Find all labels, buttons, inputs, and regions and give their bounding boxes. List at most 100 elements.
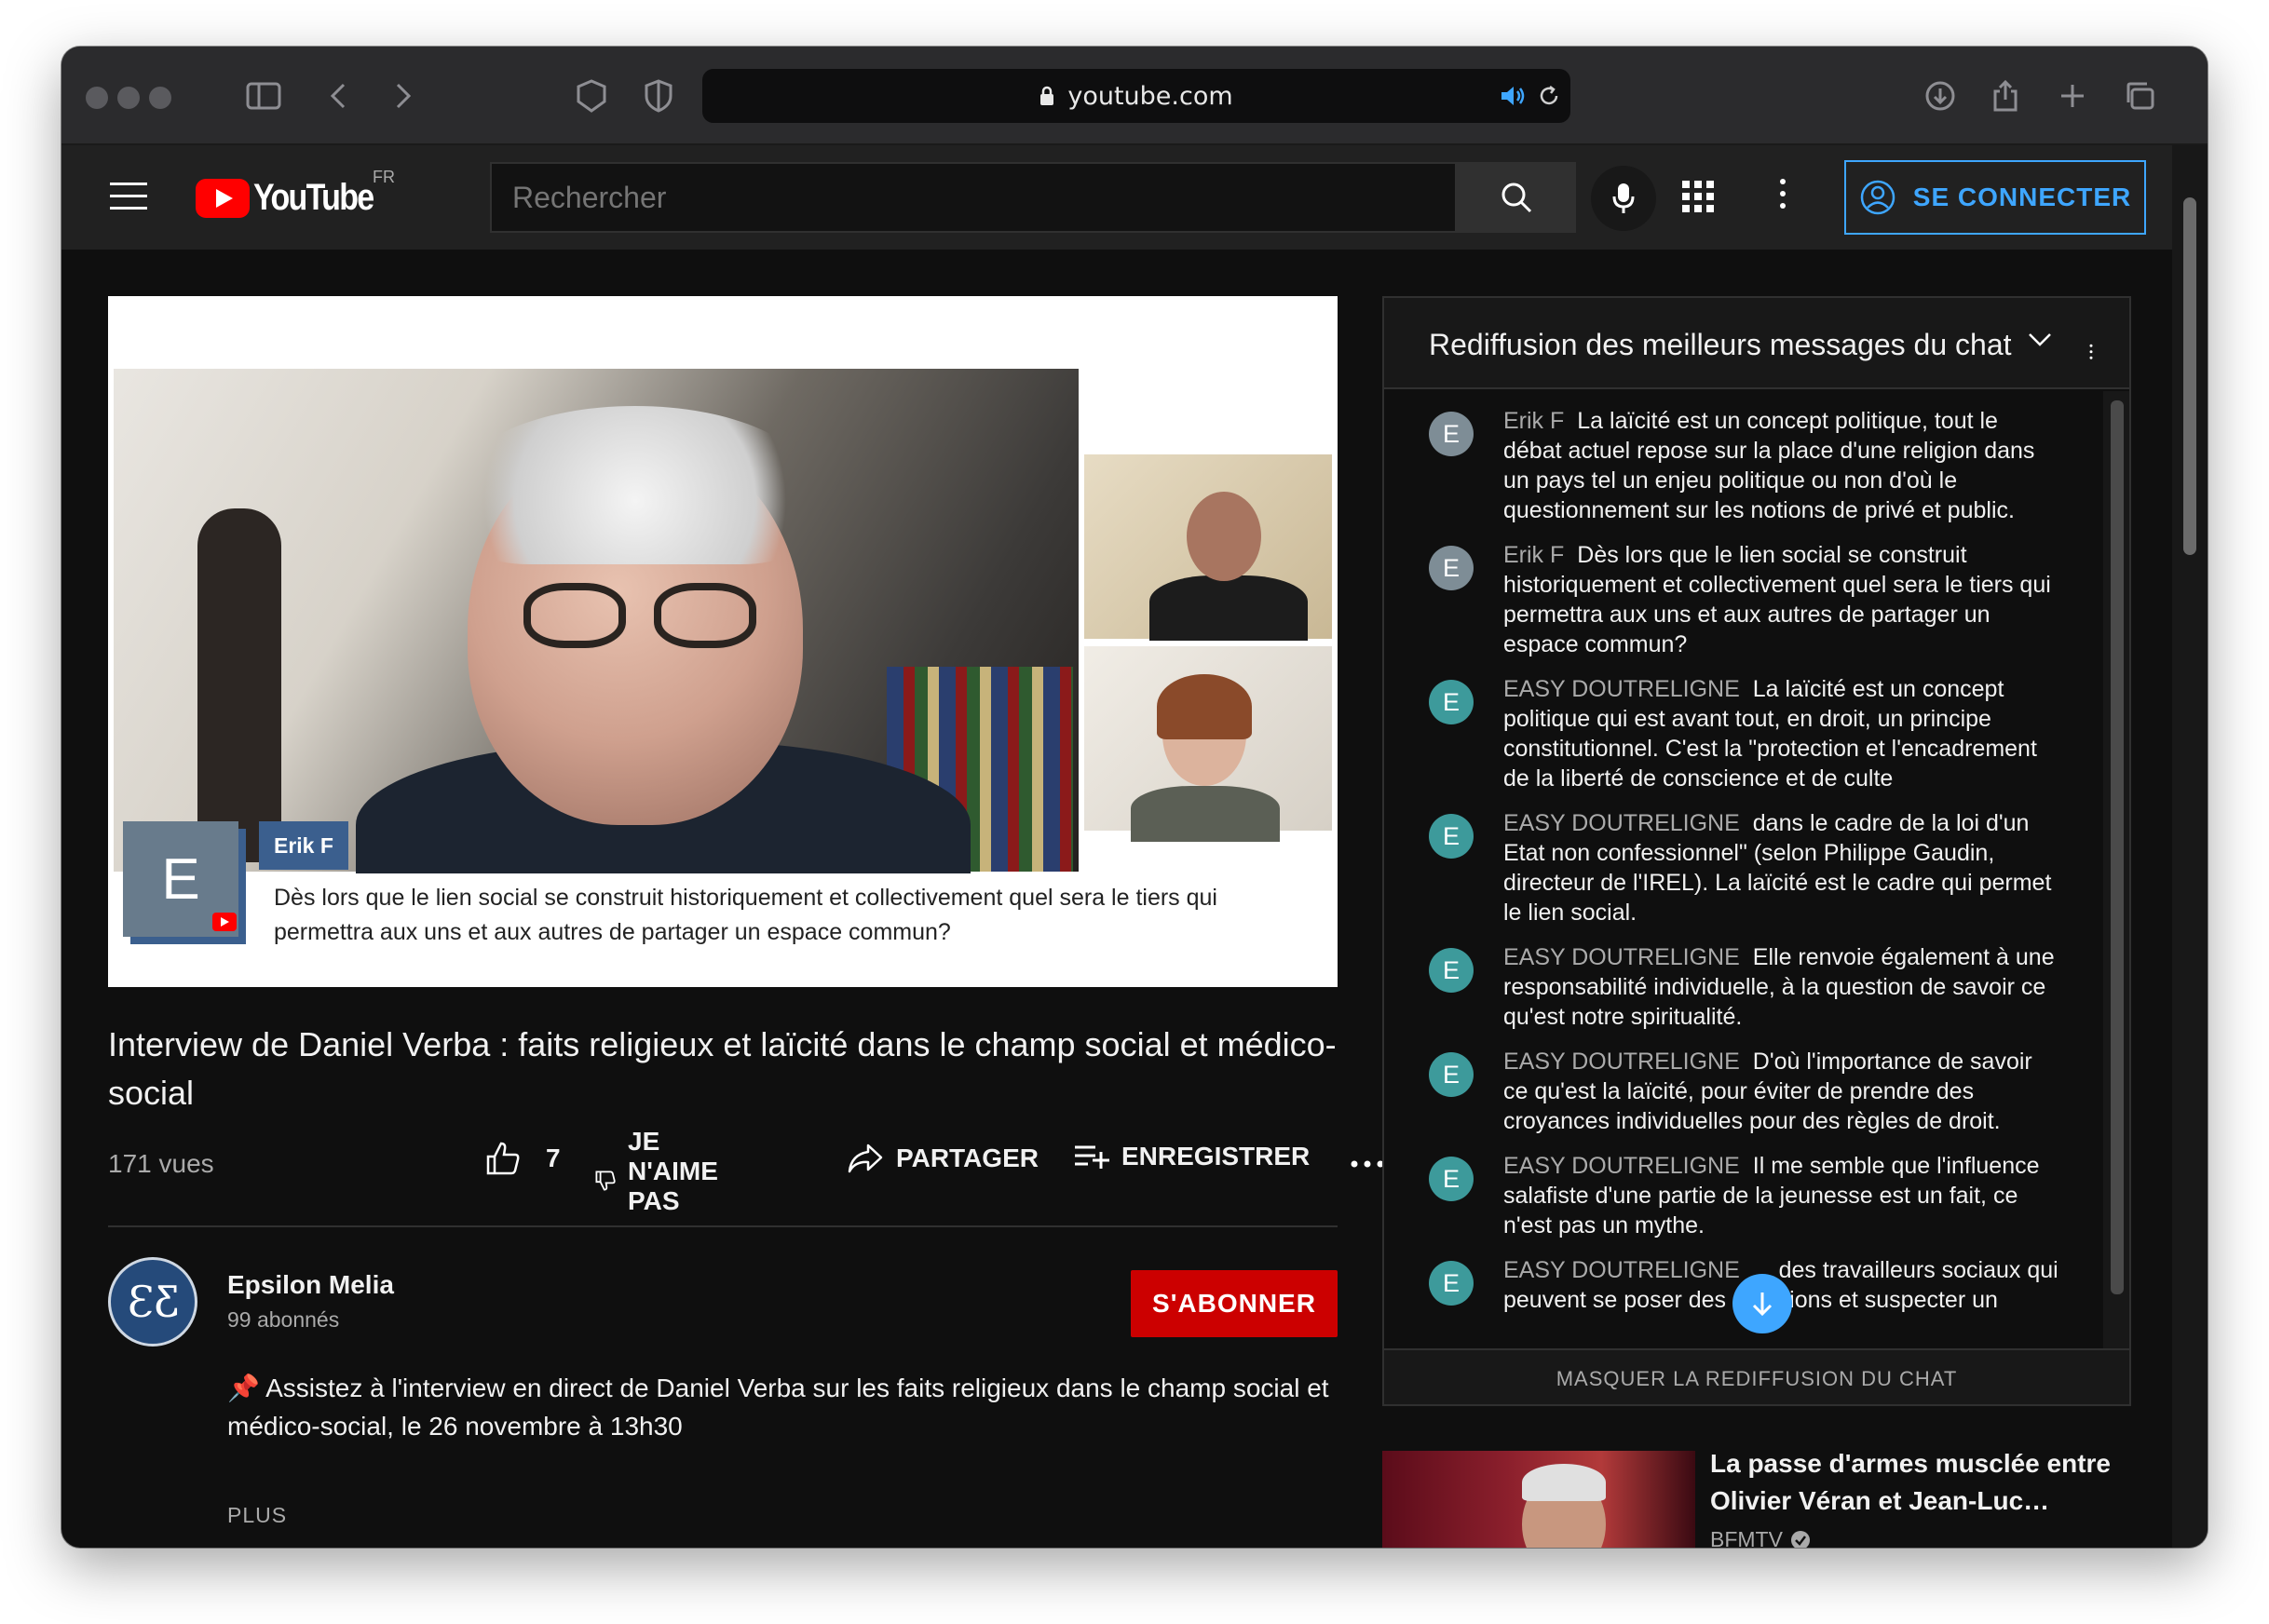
- thumbs-up-icon: [486, 1142, 520, 1175]
- dislike-button[interactable]: JE N'AIME PAS: [594, 1127, 730, 1216]
- share-label: PARTAGER: [896, 1144, 1039, 1172]
- chat-author-name[interactable]: Erik F: [1503, 542, 1564, 568]
- forward-icon[interactable]: [382, 74, 425, 117]
- close-window-button[interactable]: [86, 87, 108, 109]
- hide-chat-button[interactable]: MASQUER LA REDIFFUSION DU CHAT: [1384, 1348, 2129, 1404]
- statue-silhouette: [197, 508, 281, 862]
- chat-author-avatar[interactable]: E: [1429, 1157, 1474, 1201]
- sidebar-toggle-icon[interactable]: [242, 74, 285, 117]
- recommendation-channel[interactable]: BFMTV: [1710, 1527, 1811, 1548]
- chat-author-name[interactable]: EASY DOUTRELIGNE: [1503, 676, 1740, 702]
- page-scrollbar[interactable]: [2172, 145, 2208, 1548]
- video-title: Interview de Daniel Verba : faits religi…: [108, 1025, 1337, 1112]
- recommendation-title[interactable]: La passe d'armes musclée entre Olivier V…: [1710, 1445, 2148, 1520]
- chat-author-avatar[interactable]: E: [1429, 680, 1474, 724]
- view-count: 171 vues: [108, 1149, 214, 1178]
- participant-camera-2: [1084, 646, 1332, 842]
- speaker-icon[interactable]: [1500, 84, 1528, 113]
- recommendation-thumbnail[interactable]: [1382, 1451, 1695, 1548]
- overlay-author: Erik F: [259, 821, 348, 870]
- subscriber-count: 99 abonnés: [227, 1307, 340, 1332]
- dislike-label: JE N'AIME PAS: [628, 1127, 718, 1215]
- playlist-add-icon: [1075, 1145, 1109, 1169]
- description-text: Assistez à l'interview en direct de Dani…: [227, 1374, 1329, 1441]
- back-icon[interactable]: [317, 74, 360, 117]
- search-input[interactable]: [492, 180, 1455, 215]
- more-actions-icon[interactable]: [1351, 1160, 1384, 1168]
- save-label: ENREGISTRER: [1121, 1142, 1311, 1171]
- browser-window: youtube.com YouTube FR Rechercher SE CON…: [61, 47, 2208, 1548]
- video-description: 📌 Assistez à l'interview en direct de Da…: [227, 1369, 1345, 1445]
- recommendation-channel-name: BFMTV: [1710, 1527, 1783, 1548]
- logo-text: YouTube: [253, 177, 374, 218]
- chat-header: Rediffusion des meilleurs messages du ch…: [1384, 298, 2129, 389]
- chat-message: E EASY DOUTRELIGNE La laïcité est un conce…: [1384, 674, 2103, 793]
- share-button[interactable]: PARTAGER: [846, 1142, 1039, 1175]
- chat-author-name[interactable]: EASY DOUTRELIGNE: [1503, 1153, 1740, 1179]
- scroll-to-bottom-button[interactable]: [1732, 1274, 1792, 1333]
- chat-author-name[interactable]: Erik F: [1503, 408, 1564, 434]
- account-icon: [1860, 180, 1895, 215]
- voice-search-button[interactable]: [1591, 166, 1656, 231]
- apps-grid-icon[interactable]: [1682, 181, 1714, 217]
- thumbs-down-icon: [595, 1171, 616, 1191]
- address-bar[interactable]: youtube.com: [702, 69, 1570, 123]
- chat-author-avatar[interactable]: E: [1429, 814, 1474, 859]
- like-button[interactable]: 7: [484, 1140, 561, 1177]
- chat-message-text: Dès lors que le lien social se construit…: [1503, 542, 2051, 657]
- chat-author-name[interactable]: EASY DOUTRELIGNE: [1503, 944, 1740, 970]
- chat-scrollbar[interactable]: [2103, 391, 2129, 1348]
- chat-author-avatar[interactable]: E: [1429, 412, 1474, 456]
- reload-icon[interactable]: [1537, 84, 1561, 113]
- signin-button[interactable]: SE CONNECTER: [1844, 160, 2146, 235]
- search-box: [490, 162, 1457, 233]
- channel-name[interactable]: Epsilon Melia: [227, 1270, 394, 1300]
- tab-overview-icon[interactable]: [2118, 74, 2161, 117]
- chat-author-avatar[interactable]: E: [1429, 546, 1474, 590]
- chat-title[interactable]: Rediffusion des meilleurs messages du ch…: [1429, 328, 2012, 362]
- video-player[interactable]: E Erik F Dès lors que le lien social se …: [108, 296, 1338, 987]
- chat-author-avatar[interactable]: E: [1429, 948, 1474, 993]
- settings-more-icon[interactable]: [1773, 179, 1792, 218]
- channel-avatar[interactable]: ƐƸ: [108, 1257, 197, 1347]
- pin-icon: 📌: [227, 1374, 260, 1402]
- search-button[interactable]: [1457, 162, 1576, 233]
- downloads-icon[interactable]: [1919, 74, 1962, 117]
- menu-icon[interactable]: [110, 183, 147, 212]
- share-icon[interactable]: [1984, 74, 2027, 117]
- speaker-glasses: [523, 583, 766, 648]
- chat-author-name[interactable]: EASY DOUTRELIGNE: [1503, 810, 1740, 836]
- url-text: youtube.com: [1067, 81, 1233, 111]
- save-button[interactable]: ENREGISTRER: [1073, 1142, 1310, 1171]
- browser-toolbar: youtube.com: [61, 47, 2208, 145]
- new-tab-icon[interactable]: [2051, 74, 2094, 117]
- chat-author-name[interactable]: EASY DOUTRELIGNE: [1503, 1257, 1740, 1283]
- page-scrollbar-thumb[interactable]: [2183, 197, 2196, 555]
- chat-author-avatar[interactable]: E: [1429, 1261, 1474, 1306]
- chat-message: E Erik F La laïcité est un concept politiq…: [1384, 406, 2103, 525]
- youtube-logo[interactable]: YouTube: [196, 177, 394, 219]
- chat-scrollbar-thumb[interactable]: [2111, 400, 2124, 1294]
- youtube-badge-icon: [212, 913, 237, 931]
- youtube-play-icon: [196, 178, 250, 218]
- extension-shield-icon[interactable]: [570, 74, 613, 117]
- section-divider: [108, 1225, 1338, 1227]
- chat-more-icon[interactable]: [2089, 344, 2093, 363]
- microphone-icon: [1612, 183, 1635, 213]
- zoom-window-button[interactable]: [149, 87, 171, 109]
- show-more-button[interactable]: PLUS: [227, 1503, 287, 1528]
- chat-replay-panel: Rediffusion des meilleurs messages du ch…: [1382, 296, 2131, 1406]
- youtube-header: YouTube FR SE CONNECTER: [61, 145, 2172, 250]
- chat-message: E EASY DOUTRELIGNE Elle renvoie également …: [1384, 942, 2103, 1032]
- privacy-shield-icon[interactable]: [637, 74, 680, 117]
- chevron-down-icon[interactable]: [2027, 332, 2053, 353]
- lock-icon: [1039, 86, 1054, 111]
- signin-label: SE CONNECTER: [1912, 183, 2132, 211]
- chat-author-name[interactable]: EASY DOUTRELIGNE: [1503, 1049, 1740, 1075]
- verified-icon: [1790, 1530, 1810, 1548]
- minimize-window-button[interactable]: [117, 87, 140, 109]
- chat-author-avatar[interactable]: E: [1429, 1052, 1474, 1097]
- chat-message: E EASY DOUTRELIGNE D'où l'importance de sa…: [1384, 1047, 2103, 1136]
- subscribe-button[interactable]: S'ABONNER: [1131, 1270, 1338, 1337]
- chat-message-text: La laïcité est un concept politique, tou…: [1503, 408, 2035, 523]
